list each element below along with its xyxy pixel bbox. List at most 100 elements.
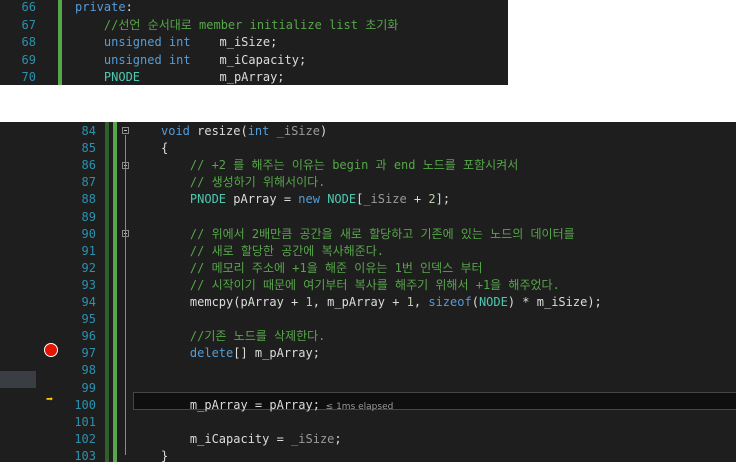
- code-text: //선언 순서대로 member initialize list 초기화: [75, 17, 398, 34]
- line-number: 92: [81, 260, 96, 275]
- code-token: m_iCapacity;: [190, 52, 307, 67]
- code-text: PNODE pArray = new NODE[_iSize + 2];: [161, 191, 450, 208]
- code-text: // 생성하기 위해서이다.: [161, 174, 326, 191]
- code-token: unsigned int: [75, 52, 191, 67]
- line-number: 88: [81, 192, 96, 207]
- line-number: 98: [81, 363, 96, 378]
- code-token: ;: [334, 431, 342, 446]
- code-line[interactable]: 93 // 시작이기 때문에 여기부터 복사를 해주기 위해서 +1을 해주었다…: [0, 277, 736, 294]
- code-line[interactable]: 70 PNODE m_pArray;: [0, 69, 508, 85]
- code-line[interactable]: 67 //선언 순서대로 member initialize list 초기화: [0, 17, 508, 34]
- line-number: 96: [81, 329, 96, 344]
- code-line[interactable]: 85 {: [0, 140, 736, 157]
- code-token: PNODE: [161, 192, 227, 207]
- code-line[interactable]: 86 // +2 를 해주는 이유는 begin 과 end 노드를 포함시켜서: [0, 157, 736, 174]
- code-token: unsigned int: [75, 35, 191, 49]
- line-number: 87: [81, 175, 96, 190]
- code-token: PNODE: [75, 70, 141, 84]
- code-token: ) * m_iSize);: [507, 295, 602, 309]
- line-number: 90: [81, 226, 96, 241]
- code-line[interactable]: 103}: [0, 448, 736, 462]
- code-token: // +2 를 해주는 이유는 begin 과 end 노드를 포함시켜서: [161, 158, 519, 173]
- code-text: unsigned int m_iCapacity;: [75, 52, 306, 69]
- code-line[interactable]: 91 // 새로 할당한 공간에 복사해준다.: [0, 243, 736, 260]
- code-editor-top: 66 private: 67 //선언 순서대로 member initialize…: [0, 0, 508, 85]
- perf-tip-elapsed[interactable]: ≤ 1ms elapsed: [320, 402, 394, 412]
- code-token: memcpy(pArray +: [161, 295, 306, 309]
- code-line[interactable]: 96 //기존 노드를 삭제한다.: [0, 328, 736, 345]
- code-token: ];: [435, 192, 451, 207]
- code-token: m_pArray = pArray;: [161, 397, 320, 412]
- code-line[interactable]: 89: [0, 209, 736, 226]
- line-number: 85: [81, 141, 96, 156]
- code-line[interactable]: 92 // 메모리 주소에 +1을 해준 이유는 1번 인덱스 부터: [0, 260, 736, 277]
- code-text: unsigned int m_iSize;: [75, 34, 277, 51]
- code-token: 1: [305, 295, 313, 309]
- code-line[interactable]: 87 // 생성하기 위해서이다.: [0, 174, 736, 191]
- code-line[interactable]: 94 memcpy(pArray + 1, m_pArray + 1, size…: [0, 294, 736, 311]
- code-token: :: [125, 0, 133, 14]
- code-text: // 새로 할당한 공간에 복사해준다.: [161, 243, 384, 260]
- line-number: 99: [81, 380, 96, 395]
- code-token: [] m_pArray;: [233, 346, 320, 361]
- code-token: _iSize: [269, 124, 320, 138]
- code-token: +: [406, 192, 429, 207]
- line-number: 91: [81, 243, 96, 258]
- code-line[interactable]: 98: [0, 362, 736, 379]
- line-number: 86: [81, 158, 96, 173]
- code-text: // 시작이기 때문에 여기부터 복사를 해주기 위해서 +1을 해주었다.: [161, 277, 560, 294]
- code-line[interactable]: 97 delete[] m_pArray;: [0, 345, 736, 362]
- code-line[interactable]: 88 PNODE pArray = new NODE[_iSize + 2];: [0, 191, 736, 208]
- code-text: // +2 를 해주는 이유는 begin 과 end 노드를 포함시켜서: [161, 157, 518, 174]
- line-number: 97: [81, 346, 96, 361]
- code-text: //기존 노드를 삭제한다.: [161, 328, 326, 345]
- code-token: NODE: [478, 295, 508, 309]
- code-text: m_iCapacity = _iSize;: [161, 431, 342, 448]
- code-token: , m_pArray +: [312, 295, 407, 309]
- line-number: 102: [74, 431, 96, 446]
- code-line[interactable]: 66 private:: [0, 0, 508, 16]
- code-token: int: [247, 124, 270, 138]
- code-text: // 위에서 2배만큼 공간을 새로 할당하고 기존에 있는 노드의 데이터를: [161, 226, 575, 243]
- code-token: _iSize: [363, 192, 407, 207]
- line-number: 67: [21, 17, 36, 32]
- line-number: 101: [74, 414, 96, 429]
- line-number: 84: [81, 124, 96, 138]
- code-token: m_iSize;: [190, 35, 278, 49]
- code-text: PNODE m_pArray;: [75, 69, 285, 85]
- code-token: NODE: [319, 192, 357, 207]
- code-token: m_iCapacity =: [161, 431, 292, 446]
- code-editor-main: ➡ 84 void resize(int _iSize) 85{86 // +2 를…: [0, 122, 736, 462]
- code-token: //기존 노드를 삭제한다.: [161, 329, 326, 344]
- code-token: new: [298, 192, 320, 207]
- code-line[interactable]: 90 // 위에서 2배만큼 공간을 새로 할당하고 기존에 있는 노드의 데이…: [0, 226, 736, 243]
- code-token: // 위에서 2배만큼 공간을 새로 할당하고 기존에 있는 노드의 데이터를: [161, 226, 575, 241]
- code-token: private: [75, 0, 126, 14]
- code-line[interactable]: 68 unsigned int m_iSize;: [0, 34, 508, 51]
- code-token: _iSize: [291, 431, 335, 446]
- code-token: 1: [406, 295, 414, 309]
- code-token: ,: [413, 295, 429, 309]
- line-number: 95: [81, 312, 96, 327]
- code-line[interactable]: 84 void resize(int _iSize): [0, 123, 736, 140]
- code-token: pArray =: [226, 192, 299, 207]
- code-token: // 메모리 주소에 +1을 해준 이유는 1번 인덱스 부터: [161, 260, 483, 275]
- code-line[interactable]: 102 m_iCapacity = _iSize;: [0, 431, 736, 448]
- code-line[interactable]: 95: [0, 311, 736, 328]
- code-token: // 시작이기 때문에 여기부터 복사를 해주기 위해서 +1을 해주었다.: [161, 277, 560, 292]
- code-token: {: [161, 141, 169, 156]
- code-line[interactable]: 69 unsigned int m_iCapacity;: [0, 52, 508, 69]
- code-token: sizeof: [428, 295, 472, 309]
- code-line[interactable]: 100 m_pArray = pArray; ≤ 1ms elapsed: [0, 397, 736, 414]
- code-token: //선언 순서대로 member initialize list 초기화: [75, 17, 399, 32]
- line-number: 94: [81, 295, 96, 309]
- line-number: 69: [21, 52, 36, 67]
- code-line[interactable]: 101: [0, 414, 736, 431]
- code-text: void resize(int _iSize): [161, 123, 327, 140]
- line-number: 103: [74, 448, 96, 462]
- code-token: // 새로 할당한 공간에 복사해준다.: [161, 243, 384, 258]
- code-text: {: [161, 140, 168, 157]
- code-line[interactable]: 99: [0, 380, 736, 397]
- line-number: 66: [21, 0, 36, 14]
- line-number: 89: [81, 209, 96, 224]
